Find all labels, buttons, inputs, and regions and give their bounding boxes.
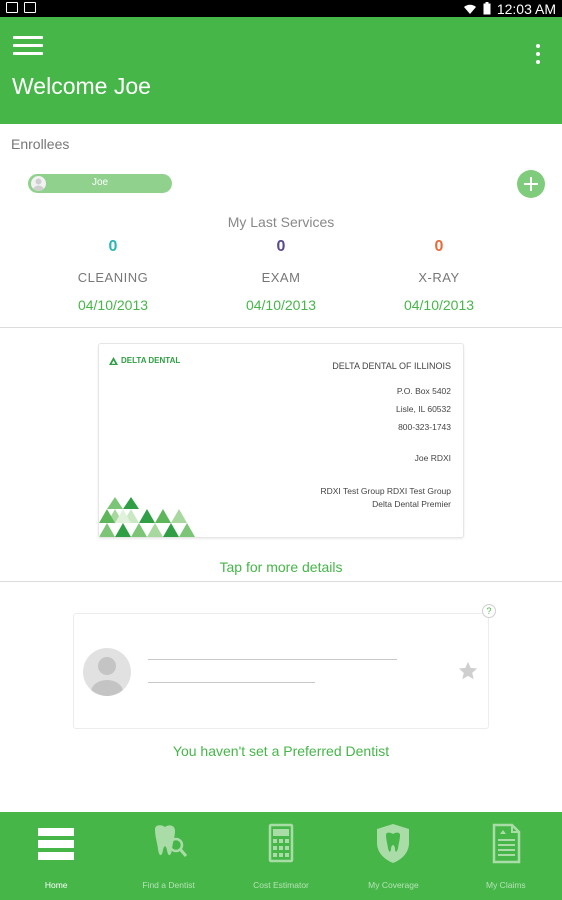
dentist-avatar	[83, 648, 131, 696]
divider	[0, 327, 562, 328]
star-icon[interactable]	[457, 660, 479, 682]
service-label: X-RAY	[418, 270, 460, 285]
service-count: 0	[434, 238, 444, 255]
media-icon	[24, 2, 36, 13]
service-xray: 0 X-RAY 04/10/2013	[369, 238, 509, 313]
placeholder-line	[148, 659, 397, 660]
page-title: Welcome Joe	[12, 73, 151, 99]
service-count: 0	[108, 238, 118, 255]
gallery-icon	[6, 2, 18, 13]
service-date: 04/10/2013	[403, 297, 475, 313]
notification-icons	[6, 2, 36, 13]
id-card[interactable]: DELTA DENTAL DELTA DENTAL OF ILLINOIS P.…	[98, 343, 464, 538]
nav-home[interactable]: Home	[0, 812, 112, 900]
overflow-menu-icon[interactable]	[534, 44, 542, 66]
nav-label: Home	[44, 880, 68, 890]
delta-dental-logo: DELTA DENTAL	[109, 356, 180, 365]
wifi-icon	[463, 4, 476, 14]
triangle-pattern	[99, 497, 195, 537]
nav-my-claims[interactable]: My Claims	[450, 812, 562, 900]
battery-icon	[483, 2, 491, 15]
status-bar: 12:03 AM	[0, 0, 562, 17]
card-city: Lisle, IL 60532	[396, 404, 451, 414]
bottom-nav: Home Find a Dentist Cost Estimator My Co…	[0, 812, 562, 900]
nav-label: My Claims	[485, 880, 526, 890]
add-enrollee-button[interactable]	[517, 170, 545, 198]
nav-label: Cost Estimator	[253, 880, 309, 890]
card-member: Joe RDXI	[414, 453, 451, 463]
service-cleaning: 0 CLEANING 04/10/2013	[43, 238, 183, 313]
service-count: 0	[276, 238, 286, 255]
divider	[0, 581, 562, 582]
nav-cost-estimator[interactable]: Cost Estimator	[225, 812, 337, 900]
preferred-dentist-card[interactable]	[73, 613, 489, 729]
nav-label: Find a Dentist	[142, 880, 195, 890]
menu-icon[interactable]	[13, 36, 43, 56]
card-group: RDXI Test Group RDXI Test Group	[320, 486, 451, 496]
help-button[interactable]: ?	[482, 604, 496, 618]
enrollee-name: Joe	[91, 177, 109, 188]
card-po-box: P.O. Box 5402	[396, 386, 451, 396]
card-plan: Delta Dental Premier	[372, 499, 451, 509]
nav-my-coverage[interactable]: My Coverage	[337, 812, 449, 900]
enrollees-label: Enrollees	[11, 136, 70, 152]
calculator-icon	[268, 823, 294, 863]
app-bar: Welcome Joe	[0, 17, 562, 124]
status-time: 12:03 AM	[496, 0, 556, 17]
enrollee-chip-joe[interactable]: Joe	[28, 174, 172, 193]
service-label: CLEANING	[77, 270, 149, 285]
service-label: EXAM	[261, 270, 301, 285]
logo-text: DELTA DENTAL	[121, 356, 181, 365]
tooth-search-icon	[154, 825, 187, 857]
card-company: DELTA DENTAL OF ILLINOIS	[332, 361, 451, 371]
services-title: My Last Services	[227, 214, 335, 230]
card-phone: 800-323-1743	[398, 422, 451, 432]
service-exam: 0 EXAM 04/10/2013	[211, 238, 351, 313]
nav-label: My Coverage	[368, 880, 419, 890]
tooth-shield-icon	[377, 824, 410, 863]
service-date: 04/10/2013	[245, 297, 317, 313]
tap-for-details-link[interactable]: Tap for more details	[0, 559, 562, 575]
placeholder-line	[148, 682, 315, 683]
home-list-icon	[38, 828, 75, 860]
no-preferred-dentist-message: You haven't set a Preferred Dentist	[172, 743, 390, 759]
nav-find-a-dentist[interactable]: Find a Dentist	[112, 812, 224, 900]
service-date: 04/10/2013	[77, 297, 149, 313]
claims-document-icon	[492, 823, 521, 864]
delta-logo-icon	[109, 356, 118, 365]
